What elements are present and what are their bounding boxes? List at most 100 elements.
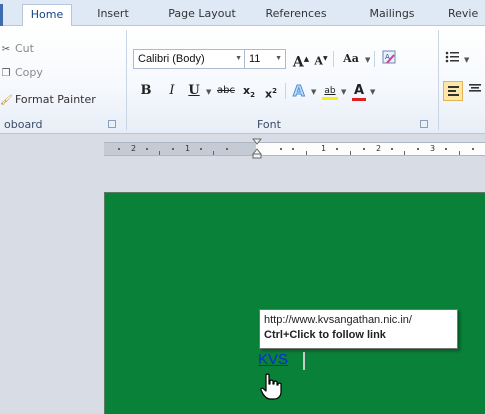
ruler-tick <box>363 148 365 150</box>
change-case-button[interactable]: Aa <box>338 49 364 69</box>
horizontal-ruler[interactable]: 2 1 1 2 3 <box>104 138 485 159</box>
chevron-down-icon: ▼ <box>464 56 470 64</box>
document-page[interactable]: http://www.kvsangathan.nic.in/ Ctrl+Clic… <box>104 192 485 414</box>
text-effects-icon: A <box>293 82 306 101</box>
clipboard-dialog-launcher-icon[interactable] <box>108 120 116 128</box>
hand-pointer-icon <box>260 373 282 400</box>
change-case-icon: Aa <box>343 52 359 65</box>
highlight-color-button[interactable]: ab <box>320 81 340 101</box>
font-color-button[interactable]: A <box>350 81 368 101</box>
chevron-down-icon: ▼ <box>365 56 371 64</box>
tab-review[interactable]: Revie <box>448 4 485 26</box>
ruler-tick <box>391 148 393 150</box>
subscript-button[interactable]: x2 <box>240 81 258 101</box>
italic-button[interactable]: I <box>165 81 179 101</box>
horizontal-ruler-area: 2 1 1 2 3 <box>0 135 485 163</box>
text-effects-button[interactable]: A <box>290 81 310 101</box>
cut-button[interactable]: ✂ Cut <box>0 40 34 58</box>
font-color-swatch <box>352 98 366 101</box>
grow-font-button[interactable]: A▲ <box>292 49 310 71</box>
ruler-tick <box>280 148 282 150</box>
ruler-tick <box>459 151 460 155</box>
grow-font-icon: A <box>292 54 304 71</box>
tooltip-url: http://www.kvsangathan.nic.in/ <box>264 314 412 326</box>
font-group: Calibri (Body) ▼ 11 ▼ A▲ A▼ Aa ▼ A B I U… <box>127 26 437 134</box>
ruler-tick <box>226 148 228 150</box>
ruler-label: 2 <box>131 144 137 153</box>
tab-references[interactable]: References <box>260 4 332 26</box>
ruler-tick <box>292 148 294 150</box>
chevron-down-icon: ▼ <box>235 55 242 62</box>
ruler-label: 2 <box>376 144 382 153</box>
clipboard-group-label: oboard <box>4 118 43 131</box>
shrink-font-icon: A <box>314 54 323 68</box>
scissors-icon: ✂ <box>1 44 11 55</box>
ruler-tick <box>146 148 148 150</box>
ruler-tick <box>306 151 307 155</box>
indent-marker-icon[interactable] <box>252 138 262 160</box>
svg-text:A: A <box>293 82 305 99</box>
ruler-tick <box>172 148 174 150</box>
ruler-label: 1 <box>321 144 327 153</box>
highlight-swatch <box>322 97 338 100</box>
paintbrush-icon: 🖌 <box>0 95 13 106</box>
align-left-button[interactable] <box>443 81 463 101</box>
format-painter-button[interactable]: 🖌 Format Painter <box>0 91 96 109</box>
ruler-label: 1 <box>185 144 191 153</box>
ruler-tick <box>118 148 120 150</box>
eraser-icon: A <box>382 50 396 64</box>
copy-icon: ❐ <box>1 68 11 79</box>
ruler-label: 3 <box>430 144 436 153</box>
chevron-down-icon: ▼ <box>370 88 376 96</box>
tab-mailings[interactable]: Mailings <box>362 4 422 26</box>
chevron-down-icon: ▼ <box>341 88 347 96</box>
hyperlink-kvs[interactable]: KVS <box>258 351 288 368</box>
ruler-tick <box>159 151 160 155</box>
hyperlink-tooltip: http://www.kvsangathan.nic.in/ Ctrl+Clic… <box>259 309 458 349</box>
tab-page-layout[interactable]: Page Layout <box>162 4 242 26</box>
separator <box>285 83 286 99</box>
separator <box>333 51 334 67</box>
align-center-icon <box>469 84 481 92</box>
chevron-down-icon: ▼ <box>206 88 212 96</box>
ruler-tick <box>350 151 351 155</box>
file-tab-edge[interactable] <box>0 4 3 26</box>
format-painter-label: Format Painter <box>15 93 96 106</box>
text-caret <box>303 352 305 370</box>
ribbon-tabs: Home Insert Page Layout References Maili… <box>0 0 485 27</box>
align-center-button[interactable] <box>466 81 484 101</box>
bold-button[interactable]: B <box>139 81 153 101</box>
font-color-icon: A <box>353 83 365 98</box>
font-family-select[interactable]: Calibri (Body) ▼ <box>133 49 246 69</box>
ruler-tick <box>417 148 419 150</box>
superscript-button[interactable]: x2 <box>262 81 280 101</box>
bullets-button[interactable] <box>443 49 461 69</box>
ruler-tick <box>213 151 214 155</box>
font-size-select[interactable]: 11 ▼ <box>244 49 286 69</box>
strikethrough-button[interactable]: abc <box>215 81 237 101</box>
tab-home[interactable]: Home <box>22 4 72 27</box>
bullet-list-icon <box>445 51 459 63</box>
ruler-tick <box>336 148 338 150</box>
clear-formatting-button[interactable]: A <box>379 49 399 69</box>
copy-button[interactable]: ❐ Copy <box>0 64 43 82</box>
chevron-down-icon: ▼ <box>311 88 317 96</box>
tooltip-hint: Ctrl+Click to follow link <box>264 329 386 341</box>
underline-button[interactable]: U <box>187 81 201 101</box>
paragraph-group: ▼ <box>439 26 485 134</box>
tab-insert[interactable]: Insert <box>88 4 138 26</box>
cut-label: Cut <box>15 42 34 55</box>
ruler-tick <box>472 148 474 150</box>
font-dialog-launcher-icon[interactable] <box>420 120 428 128</box>
shrink-font-button[interactable]: A▼ <box>313 49 329 69</box>
ruler-tick <box>404 151 405 155</box>
separator <box>374 51 375 67</box>
ruler-margin-shade <box>104 143 256 155</box>
ruler-tick <box>445 148 447 150</box>
chevron-down-icon: ▼ <box>275 55 282 62</box>
ribbon-home: ✂ Cut ❐ Copy 🖌 Format Painter oboard Calibr… <box>0 26 485 134</box>
highlighter-icon: ab <box>324 86 336 96</box>
copy-label: Copy <box>15 66 43 79</box>
clipboard-group: ✂ Cut ❐ Copy 🖌 Format Painter oboard <box>0 26 126 134</box>
font-group-label: Font <box>257 118 281 131</box>
